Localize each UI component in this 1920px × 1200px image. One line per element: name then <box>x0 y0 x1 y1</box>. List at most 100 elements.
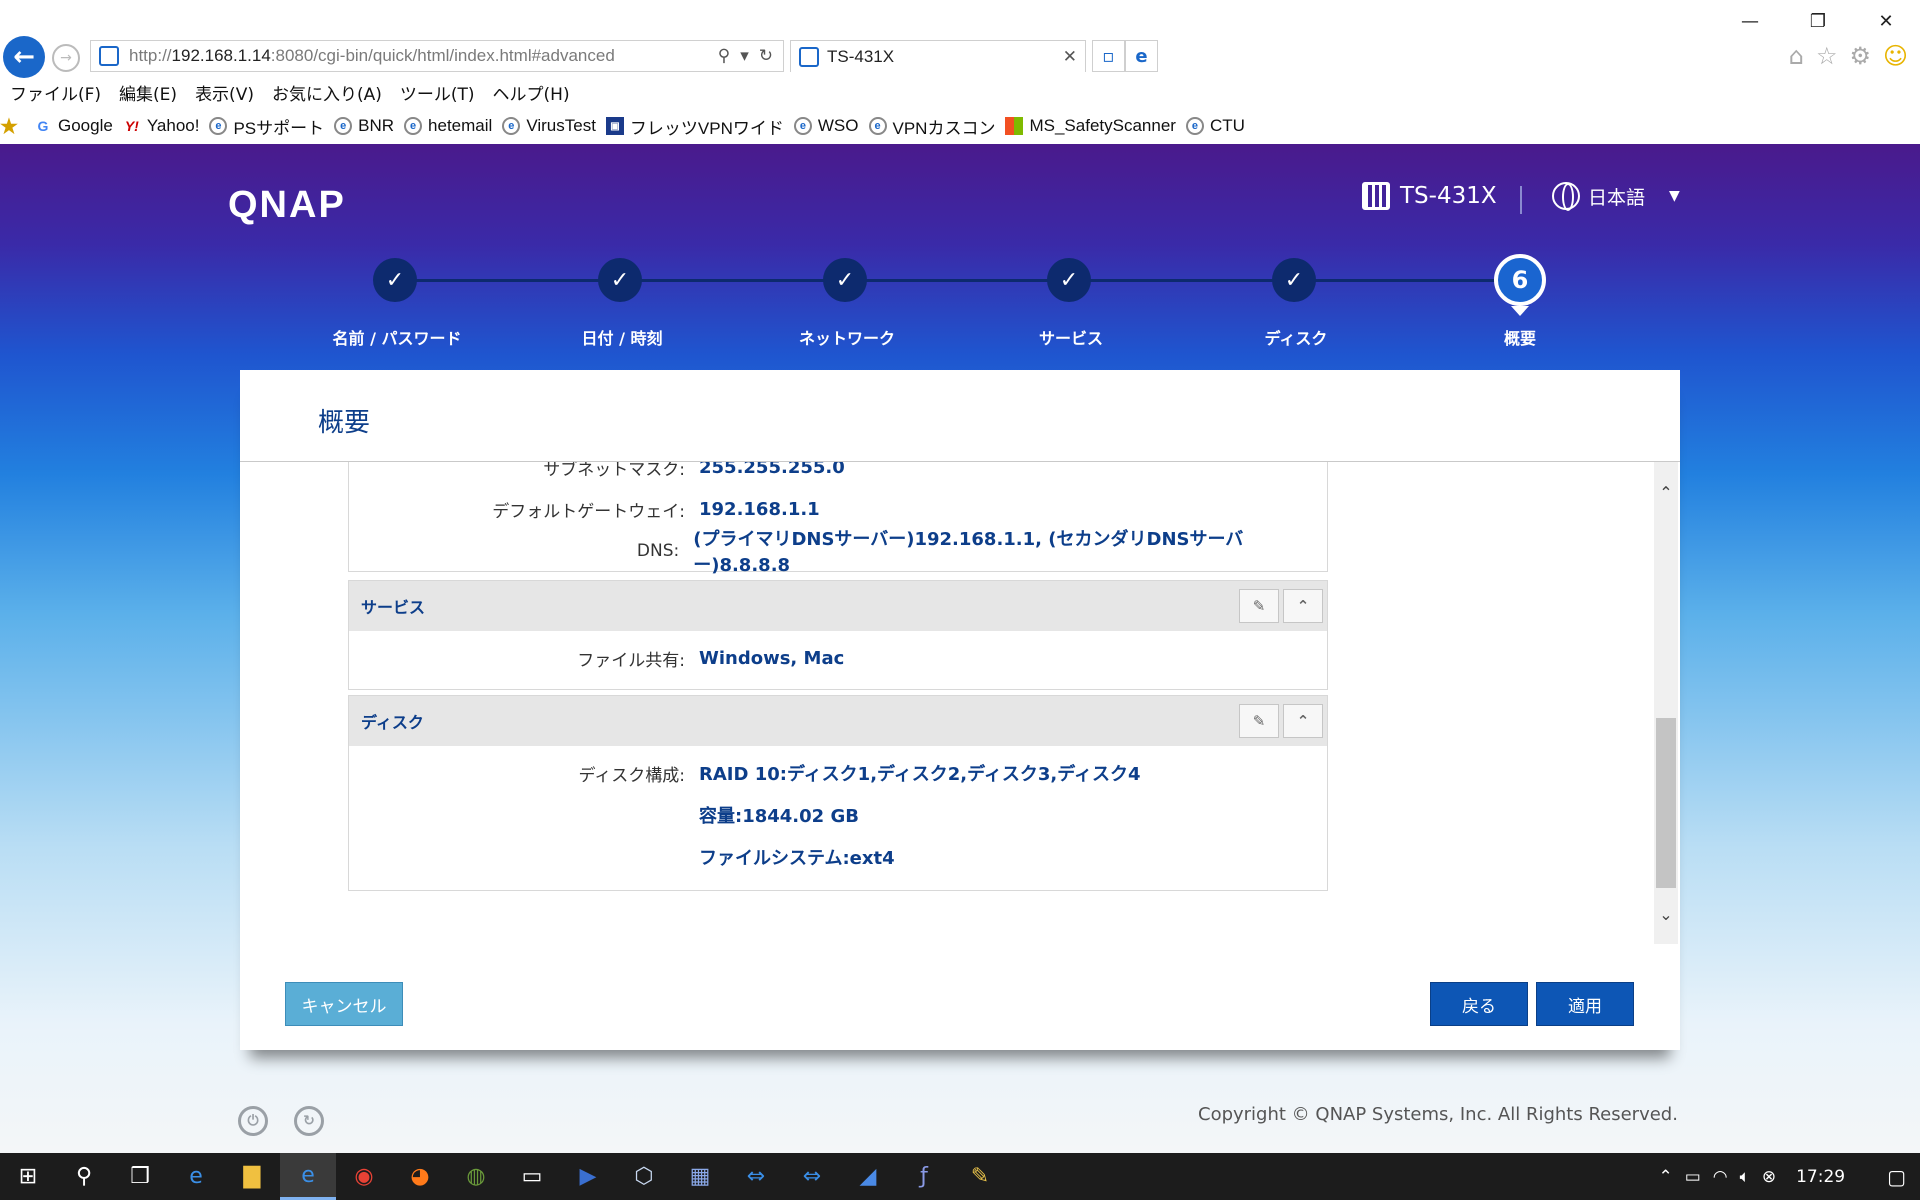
internet-explorer-icon[interactable]: e <box>280 1153 336 1200</box>
favorites-star-icon[interactable]: ☆ <box>1816 42 1838 70</box>
fav-ms-safety[interactable]: MS_SafetyScanner <box>1005 116 1176 136</box>
step-pointer-icon <box>1511 306 1529 316</box>
fav-virustest[interactable]: e VirusTest <box>502 116 596 136</box>
fav-label: Yahoo! <box>146 116 200 135</box>
step-1-check-icon: ✓ <box>373 258 417 302</box>
fav-label: VPNカスコン <box>892 118 996 138</box>
filesystem-value: ファイルシステム:ext4 <box>699 848 895 869</box>
fav-google[interactable]: G Google <box>34 116 113 136</box>
teamviewer-2-icon[interactable]: ⇔ <box>784 1153 840 1200</box>
power-icon[interactable]: ⏻ <box>238 1106 268 1136</box>
menu-help[interactable]: ヘルプ(H) <box>483 78 578 106</box>
fav-vpn-cuscon[interactable]: e VPNカスコン <box>868 114 996 139</box>
fav-ctu[interactable]: e CTU <box>1185 116 1245 136</box>
refresh-icon[interactable]: ↻ <box>759 46 773 66</box>
home-icon[interactable]: ⌂ <box>1789 42 1804 70</box>
menu-edit[interactable]: 編集(E) <box>109 78 185 106</box>
step-4-check-icon: ✓ <box>1047 258 1091 302</box>
dropdown-icon[interactable]: ▾ <box>740 46 749 66</box>
address-bar[interactable]: http://192.168.1.14:8080/cgi-bin/quick/h… <box>90 40 784 72</box>
fav-bnr[interactable]: e BNR <box>334 116 394 136</box>
url-host: 192.168.1.14 <box>171 46 271 65</box>
tab-active[interactable]: TS-431X ✕ <box>790 40 1086 72</box>
fav-wso[interactable]: e WSO <box>793 116 859 136</box>
package-app-icon[interactable]: ⬡ <box>616 1153 672 1200</box>
summary-scroll-area[interactable]: サブネットマスク: 255.255.255.0 デフォルトゲートウェイ: 192… <box>240 462 1680 944</box>
scroll-down-chevron-icon[interactable]: ⌄ <box>1654 902 1678 926</box>
fav-ps-support[interactable]: e PSサポート <box>209 114 324 139</box>
start-windows-icon[interactable]: ⊞ <box>0 1153 56 1200</box>
language-selector[interactable]: 日本語 ▼ <box>1552 182 1680 211</box>
back-step-button[interactable]: 戻る <box>1430 982 1528 1026</box>
ie-page-icon: e <box>502 117 521 135</box>
fav-flets-vpn[interactable]: ▣ フレッツVPNワイド <box>605 114 784 139</box>
disk-config-value: RAID 10:ディスク1,ディスク2,ディスク3,ディスク4 <box>699 764 1141 785</box>
step-2-label: 日付 / 時刻 <box>581 329 663 348</box>
caret-down-icon: ▼ <box>1669 188 1680 204</box>
step-5-label: ディスク <box>1264 329 1328 348</box>
battery-icon[interactable]: ▭ <box>1685 1167 1701 1187</box>
edge-icon[interactable]: e <box>1125 40 1158 72</box>
menu-view[interactable]: 表示(V) <box>185 78 262 106</box>
fav-label: hetemail <box>428 116 493 135</box>
step-3-label: ネットワーク <box>798 329 895 348</box>
url-path: :8080/cgi-bin/quick/html/index.html#adva… <box>270 46 615 65</box>
step-2-check-icon: ✓ <box>598 258 642 302</box>
apply-button[interactable]: 適用 <box>1536 982 1634 1026</box>
chrome-icon[interactable]: ◉ <box>336 1153 392 1200</box>
ff-app-icon[interactable]: ƒ <box>896 1153 952 1200</box>
network-tool-icon[interactable]: ▦ <box>672 1153 728 1200</box>
dialog-title: 概要 <box>318 408 371 438</box>
firefox-icon[interactable]: ◕ <box>392 1153 448 1200</box>
dns-label: DNS: <box>636 541 680 561</box>
step-4-label: サービス <box>1038 329 1103 348</box>
menu-tools[interactable]: ツール(T) <box>390 78 483 106</box>
taskbar-search-icon[interactable]: ⚲ <box>56 1153 112 1200</box>
tab-close-icon[interactable]: ✕ <box>1063 47 1085 67</box>
edge-icon[interactable]: e <box>168 1153 224 1200</box>
teamviewer-icon[interactable]: ⇔ <box>728 1153 784 1200</box>
subnet-value: 255.255.255.0 <box>699 462 845 478</box>
settings-gear-icon[interactable]: ⚙ <box>1849 42 1871 70</box>
shark-app-icon[interactable]: ◢ <box>840 1153 896 1200</box>
scroll-up-chevron-icon[interactable]: ⌃ <box>1654 480 1678 504</box>
disk-panel: ディスク ✎ ⌃ ディスク構成: RAID 10:ディスク1,ディスク2,ディス… <box>348 695 1328 891</box>
wifi-icon[interactable]: ◠ <box>1713 1167 1728 1187</box>
ie-page-icon: e <box>334 117 353 135</box>
minimize-icon[interactable]: — <box>1716 6 1784 36</box>
cancel-button[interactable]: キャンセル <box>285 982 403 1026</box>
tray-chevron-up-icon[interactable]: ⌃ <box>1658 1167 1672 1187</box>
paint-app-icon[interactable]: ✎ <box>952 1153 1008 1200</box>
security-app-icon[interactable]: ◍ <box>448 1153 504 1200</box>
notification-icon[interactable]: ▢ <box>1887 1165 1906 1189</box>
file-explorer-icon[interactable]: ▇ <box>224 1153 280 1200</box>
edit-pencil-icon[interactable]: ✎ <box>1239 704 1279 738</box>
disk-config-row: ディスク構成: RAID 10:ディスク1,ディスク2,ディスク3,ディスク4 <box>349 758 1329 788</box>
task-view-icon[interactable]: ❒ <box>112 1153 168 1200</box>
restart-icon[interactable]: ↻ <box>294 1106 324 1136</box>
volume-icon[interactable]: 🔈︎ <box>1740 1167 1750 1187</box>
collapse-chevron-up-icon[interactable]: ⌃ <box>1283 589 1323 623</box>
back-button[interactable]: ← <box>3 36 45 78</box>
powershell-icon[interactable]: ▶ <box>560 1153 616 1200</box>
forward-button[interactable]: → <box>52 44 80 72</box>
edit-pencil-icon[interactable]: ✎ <box>1239 589 1279 623</box>
fav-yahoo[interactable]: Y! Yahoo! <box>123 116 200 136</box>
add-favorite-star-icon[interactable]: ★ <box>0 116 18 138</box>
menu-file[interactable]: ファイル(F) <box>0 78 109 106</box>
new-tab-icon[interactable]: ▫ <box>1092 40 1125 72</box>
scrollbar[interactable]: ⌃ ⌄ <box>1654 462 1678 944</box>
restore-icon[interactable]: ❐ <box>1784 6 1852 36</box>
fav-hetemail[interactable]: e hetemail <box>404 116 492 136</box>
collapse-chevron-up-icon[interactable]: ⌃ <box>1283 704 1323 738</box>
header-divider <box>1520 186 1522 214</box>
feedback-smiley-icon[interactable]: ☺ <box>1883 42 1908 70</box>
network-error-icon[interactable]: ⊗ <box>1762 1167 1776 1187</box>
capacity-row: 容量:1844.02 GB <box>349 800 1329 830</box>
menu-favorites[interactable]: お気に入り(A) <box>262 78 390 106</box>
clock[interactable]: 17:29 <box>1796 1167 1845 1187</box>
scroll-thumb[interactable] <box>1656 718 1676 888</box>
search-icon[interactable]: ⚲ <box>718 46 730 66</box>
close-window-icon[interactable]: ✕ <box>1852 6 1920 36</box>
command-prompt-icon[interactable]: ▭ <box>504 1153 560 1200</box>
